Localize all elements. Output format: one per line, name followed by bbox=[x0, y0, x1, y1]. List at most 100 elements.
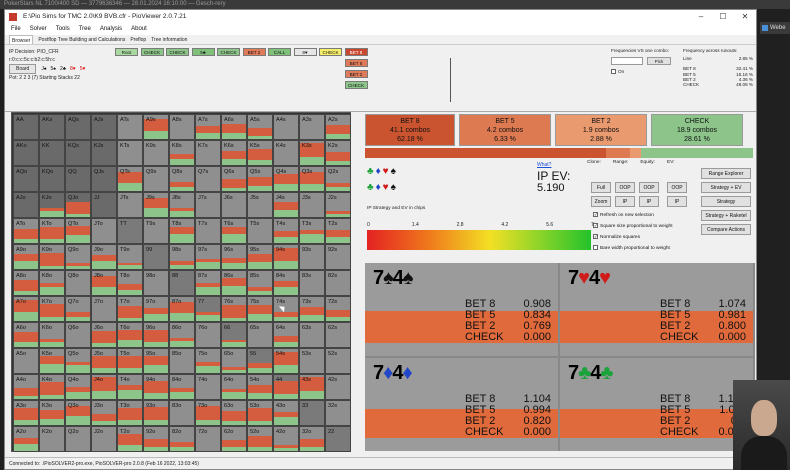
range-cell[interactable]: A6s bbox=[221, 114, 247, 140]
tree-node[interactable]: CHECK bbox=[166, 48, 189, 56]
tab-3[interactable]: Tree information bbox=[151, 35, 187, 44]
range-cell[interactable]: 33 bbox=[299, 400, 325, 426]
range-cell[interactable]: T8o bbox=[117, 270, 143, 296]
range-cell[interactable]: J2o bbox=[91, 426, 117, 452]
range-cell[interactable]: 76o bbox=[195, 322, 221, 348]
range-cell[interactable]: J3o bbox=[91, 400, 117, 426]
range-cell[interactable]: A9o bbox=[13, 244, 39, 270]
range-cell[interactable]: 87o bbox=[169, 296, 195, 322]
range-cell[interactable]: T9o bbox=[117, 244, 143, 270]
range-cell[interactable]: 63o bbox=[221, 400, 247, 426]
range-cell[interactable]: Q2o bbox=[65, 426, 91, 452]
range-cell[interactable]: 98s bbox=[169, 244, 195, 270]
tree-node[interactable]: CHECK bbox=[319, 48, 342, 56]
range-cell[interactable]: 22 bbox=[325, 426, 351, 452]
ctrl-btn-ip[interactable]: IP bbox=[615, 196, 635, 207]
range-cell[interactable]: 44 bbox=[273, 374, 299, 400]
suit-filter-icon[interactable]: ♦ bbox=[376, 182, 383, 193]
range-cell[interactable]: K2s bbox=[325, 140, 351, 166]
range-cell[interactable]: QTs bbox=[117, 166, 143, 192]
suit-filter-icon[interactable]: ♦ bbox=[376, 166, 383, 177]
range-cell[interactable]: J6o bbox=[91, 322, 117, 348]
tree-node[interactable]: 8♥ bbox=[293, 48, 317, 56]
range-cell[interactable]: Q3s bbox=[299, 166, 325, 192]
tree-node[interactable]: BET 2 bbox=[242, 48, 266, 56]
range-cell[interactable]: A7o bbox=[13, 296, 39, 322]
range-cell[interactable]: T9s bbox=[143, 218, 169, 244]
range-cell[interactable]: T6o bbox=[117, 322, 143, 348]
option-checkbox[interactable] bbox=[593, 245, 598, 250]
menu-solver[interactable]: Solver bbox=[30, 24, 47, 35]
range-cell[interactable]: A5s bbox=[247, 114, 273, 140]
range-cell[interactable]: 94o bbox=[143, 374, 169, 400]
range-cell[interactable]: 87s bbox=[195, 270, 221, 296]
desktop-tab[interactable]: Webe bbox=[760, 22, 790, 34]
ctrl-btn-oop[interactable]: OOP bbox=[615, 182, 635, 193]
range-cell[interactable]: 62o bbox=[221, 426, 247, 452]
range-cell[interactable]: 77 bbox=[195, 296, 221, 322]
range-cell[interactable]: 52s bbox=[325, 348, 351, 374]
range-cell[interactable]: J2s bbox=[325, 192, 351, 218]
tree-node[interactable]: 5♣ bbox=[191, 48, 215, 56]
range-cell[interactable]: 84o bbox=[169, 374, 195, 400]
range-cell[interactable]: A4o bbox=[13, 374, 39, 400]
maximize-button[interactable]: ☐ bbox=[712, 10, 734, 24]
range-cell[interactable]: TT bbox=[117, 218, 143, 244]
range-cell[interactable]: K4o bbox=[39, 374, 65, 400]
range-cell[interactable]: KQo bbox=[39, 166, 65, 192]
whats-link[interactable]: What? bbox=[537, 162, 551, 168]
menu-file[interactable]: File bbox=[11, 24, 21, 35]
range-cell[interactable]: 43s bbox=[299, 374, 325, 400]
ctrl-btn-zoom[interactable]: Zoom bbox=[591, 196, 611, 207]
range-cell[interactable]: T2s bbox=[325, 218, 351, 244]
suit-filter-icon[interactable]: ♣ bbox=[367, 182, 376, 193]
range-cell[interactable]: J9s bbox=[143, 192, 169, 218]
range-cell[interactable]: 92o bbox=[143, 426, 169, 452]
on-checkbox[interactable] bbox=[611, 69, 616, 75]
range-cell[interactable]: 65o bbox=[221, 348, 247, 374]
range-cell[interactable]: 64o bbox=[221, 374, 247, 400]
range-cell[interactable]: A2s bbox=[325, 114, 351, 140]
range-cell[interactable]: K9s bbox=[143, 140, 169, 166]
action-box-bet-2[interactable]: BET 2 1.9 combos 2.88 % bbox=[555, 114, 647, 146]
range-cell[interactable]: K8s bbox=[169, 140, 195, 166]
range-cell[interactable]: AKo bbox=[13, 140, 39, 166]
range-cell[interactable]: A4s bbox=[273, 114, 299, 140]
tree-node[interactable]: CALL bbox=[268, 48, 291, 56]
range-cell[interactable]: K6s bbox=[221, 140, 247, 166]
range-cell[interactable]: T5s bbox=[247, 218, 273, 244]
range-cell[interactable]: 75o bbox=[195, 348, 221, 374]
range-cell[interactable]: 42s bbox=[325, 374, 351, 400]
range-cell[interactable]: QQ bbox=[65, 166, 91, 192]
range-cell[interactable]: QTo bbox=[65, 218, 91, 244]
range-cell[interactable]: J7s bbox=[195, 192, 221, 218]
ctrl-btn-ip[interactable]: IP bbox=[639, 196, 659, 207]
range-cell[interactable]: Q5o bbox=[65, 348, 91, 374]
option-checkbox[interactable]: ✓ bbox=[593, 234, 598, 239]
range-cell[interactable]: JJ bbox=[91, 192, 117, 218]
range-cell[interactable]: K5s bbox=[247, 140, 273, 166]
menu-tools[interactable]: Tools bbox=[56, 24, 70, 35]
range-cell[interactable]: ATo bbox=[13, 218, 39, 244]
range-cell[interactable]: KK bbox=[39, 140, 65, 166]
range-cell[interactable]: 53o bbox=[247, 400, 273, 426]
range-cell[interactable]: 95o bbox=[143, 348, 169, 374]
range-cell[interactable]: ATs bbox=[117, 114, 143, 140]
option-checkbox[interactable]: ✓ bbox=[593, 212, 598, 217]
range-cell[interactable]: K5o bbox=[39, 348, 65, 374]
suit-filter-icon[interactable]: ♣ bbox=[367, 166, 376, 177]
ctrl-btn-oop[interactable]: OOP bbox=[667, 182, 687, 193]
range-cell[interactable]: K4s bbox=[273, 140, 299, 166]
range-cell[interactable]: 96o bbox=[143, 322, 169, 348]
range-cell[interactable]: 64s bbox=[273, 322, 299, 348]
range-cell[interactable]: K7s bbox=[195, 140, 221, 166]
range-cell[interactable]: T4o bbox=[117, 374, 143, 400]
range-cell[interactable]: QJs bbox=[91, 166, 117, 192]
range-cell[interactable]: T4s bbox=[273, 218, 299, 244]
range-cell[interactable]: KJo bbox=[39, 192, 65, 218]
range-cell[interactable]: J5s bbox=[247, 192, 273, 218]
range-cell[interactable]: AQs bbox=[65, 114, 91, 140]
tree-node[interactable]: CHECK bbox=[217, 48, 240, 56]
range-cell[interactable]: T7s bbox=[195, 218, 221, 244]
range-cell[interactable]: 97o bbox=[143, 296, 169, 322]
